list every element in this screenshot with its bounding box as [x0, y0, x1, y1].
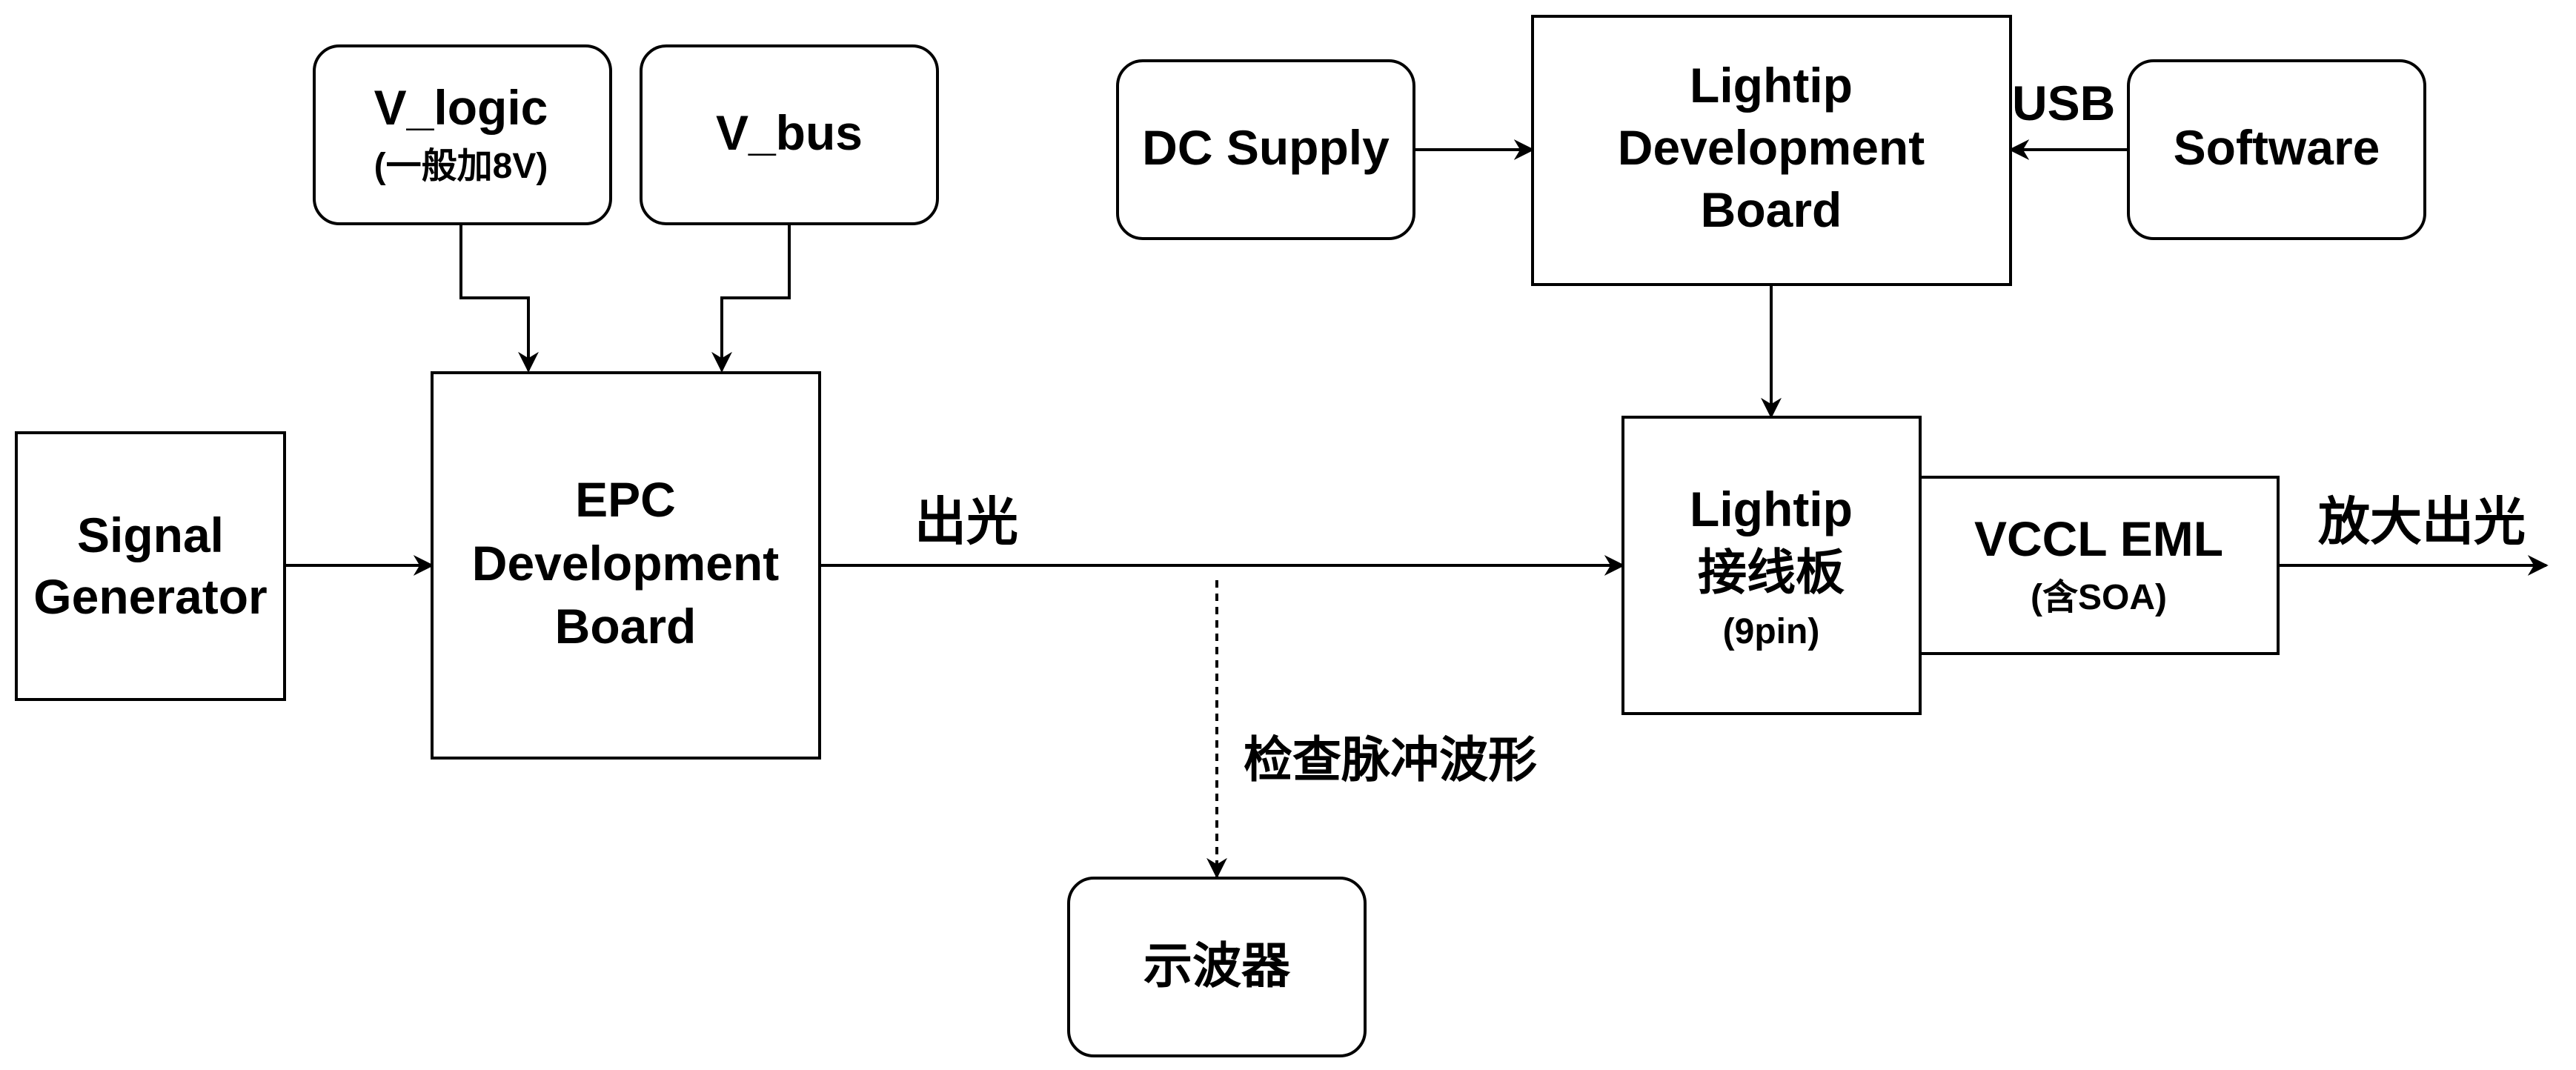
edge-vlogic-to-epc	[459, 224, 539, 373]
v-logic-label: V_logic	[374, 80, 548, 135]
v-logic-sublabel: (一般加8V)	[374, 147, 548, 186]
lightip-adapter-label-line2: 接线板	[1698, 545, 1845, 599]
edge-vbus-to-epc	[711, 224, 791, 373]
signal-generator-box	[15, 431, 286, 701]
vccl-eml-sublabel: (含SOA)	[2031, 578, 2167, 617]
vccl-eml-label: VCCL EML	[1974, 511, 2223, 566]
amplified-light-out-label: 放大出光	[2318, 493, 2526, 551]
software-label: Software	[2174, 120, 2380, 175]
epc-board-label-line2: Development	[472, 536, 779, 591]
lightip-adapter-label-line1: Lightip	[1690, 482, 1853, 536]
lightip-board-label-line1: Lightip	[1690, 58, 1853, 113]
lightip-board-label-line2: Development	[1618, 120, 1925, 175]
v-logic-box	[313, 44, 612, 225]
usb-label: USB	[2012, 76, 2115, 130]
lightip-board-label-line3: Board	[1701, 182, 1842, 237]
dc-supply-label: DC Supply	[1142, 120, 1390, 175]
epc-board-label-line1: EPC	[575, 472, 676, 527]
v-bus-label: V_bus	[716, 105, 863, 160]
signal-generator-label-line2: Generator	[33, 569, 267, 624]
system-block-diagram: V_logic (一般加8V) V_bus Signal Generator E…	[15, 15, 2549, 1057]
oscilloscope-label: 示波器	[1143, 938, 1291, 993]
check-pulse-label: 检查脉冲波形	[1244, 732, 1537, 787]
signal-generator-label-line1: Signal	[77, 508, 224, 562]
lightip-adapter-label-line3: (9pin)	[1723, 612, 1820, 651]
epc-board-label-line3: Board	[555, 599, 697, 654]
light-out-label: 出光	[914, 493, 1018, 551]
